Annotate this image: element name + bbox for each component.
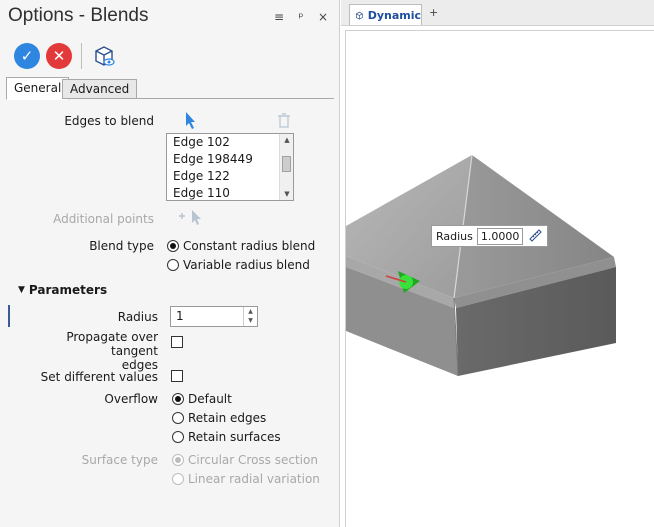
radio-label: Constant radius blend xyxy=(183,239,316,253)
surface-type-label: Surface type xyxy=(81,453,158,467)
model-render xyxy=(346,154,616,377)
radius-stepper[interactable]: ▲ ▼ xyxy=(243,307,257,326)
toolbar: ✓ ✕ xyxy=(14,43,117,69)
radio-button[interactable] xyxy=(172,431,184,443)
additional-points-label: Additional points xyxy=(53,212,154,226)
radius-value: 1 xyxy=(176,309,184,323)
scroll-up-icon[interactable]: ▲ xyxy=(280,136,294,144)
radius-input[interactable]: 1 ▲ ▼ xyxy=(170,306,258,327)
propagate-checkbox[interactable] xyxy=(171,336,183,348)
radio-label: Linear radial variation xyxy=(188,472,320,486)
radio-circular-cross-section[interactable]: Circular Cross section xyxy=(172,453,318,467)
radio-overflow-default[interactable]: Default xyxy=(172,392,232,406)
preview-cube-icon[interactable] xyxy=(91,43,117,69)
scroll-down-icon[interactable]: ▼ xyxy=(280,190,294,198)
radio-button[interactable] xyxy=(172,412,184,424)
propagate-label-line: Propagate over tangent xyxy=(66,330,158,358)
radio-overflow-retain-surfaces[interactable]: Retain surfaces xyxy=(172,430,281,444)
ok-button[interactable]: ✓ xyxy=(14,43,40,69)
active-row-marker xyxy=(8,305,10,327)
radius-label: Radius xyxy=(117,310,158,324)
set-different-values-checkbox[interactable] xyxy=(171,370,183,382)
radio-button[interactable] xyxy=(172,473,184,485)
tab-bar: General Advanced xyxy=(6,77,334,100)
radio-button[interactable] xyxy=(172,454,184,466)
menu-icon[interactable]: ≡ xyxy=(273,10,285,24)
stepper-up-icon[interactable]: ▲ xyxy=(244,307,257,316)
edges-list[interactable]: Edge 102 Edge 198449 Edge 122 Edge 110 ▲… xyxy=(166,133,294,201)
list-item[interactable]: Edge 122 xyxy=(167,168,293,185)
add-tab-button[interactable]: + xyxy=(429,6,438,19)
parameters-label: Parameters xyxy=(28,283,108,297)
stepper-down-icon[interactable]: ▼ xyxy=(244,316,257,325)
title-tools: ≡ ᵖ × xyxy=(273,10,329,24)
list-item[interactable]: Edge 102 xyxy=(167,134,293,151)
radio-button[interactable] xyxy=(167,240,179,252)
overflow-label: Overflow xyxy=(104,392,158,406)
radio-linear-radial-variation[interactable]: Linear radial variation xyxy=(172,472,320,486)
radio-overflow-retain-edges[interactable]: Retain edges xyxy=(172,411,266,425)
edges-to-blend-label: Edges to blend xyxy=(64,114,154,128)
tab-general[interactable]: General xyxy=(6,77,70,100)
close-icon[interactable]: × xyxy=(317,10,329,24)
3d-canvas[interactable]: Radius 1.0000 xyxy=(345,30,654,527)
pin-icon[interactable]: ᵖ xyxy=(295,10,307,24)
radio-label: Default xyxy=(188,392,232,406)
radius-tooltip-field[interactable]: Radius 1.0000 xyxy=(431,225,549,247)
cancel-button[interactable]: ✕ xyxy=(46,43,72,69)
list-item[interactable]: Edge 110 xyxy=(167,185,293,202)
list-item[interactable]: Edge 198449 xyxy=(167,151,293,168)
tab-dynamic[interactable]: Dynamic xyxy=(349,4,422,25)
collapse-caret-icon[interactable]: ▼ xyxy=(18,285,25,295)
radio-label: Variable radius blend xyxy=(183,258,310,272)
radio-button[interactable] xyxy=(167,259,179,271)
viewport: Dynamic + Radius 1.0000 xyxy=(341,0,654,527)
radio-label: Retain surfaces xyxy=(188,430,281,444)
toolbar-divider xyxy=(81,43,82,69)
add-point-icon[interactable] xyxy=(178,208,206,231)
radio-variable-radius[interactable]: Variable radius blend xyxy=(167,258,310,272)
radius-tip-value[interactable]: 1.0000 xyxy=(476,227,524,245)
radio-button[interactable] xyxy=(172,393,184,405)
radio-constant-radius[interactable]: Constant radius blend xyxy=(167,239,315,253)
parameters-section-header[interactable]: ▼ Parameters xyxy=(18,283,107,297)
radius-tip-label: Radius xyxy=(436,229,473,243)
set-different-values-label: Set different values xyxy=(40,370,158,384)
options-panel: Options - Blends ≡ ᵖ × ✓ ✕ General Advan… xyxy=(0,0,340,527)
radio-label: Circular Cross section xyxy=(188,453,318,467)
blend-type-label: Blend type xyxy=(89,239,154,253)
tab-dynamic-label: Dynamic xyxy=(367,8,421,22)
panel-title: Options - Blends xyxy=(8,5,149,26)
trash-icon[interactable] xyxy=(277,112,291,131)
propagate-label: Propagate over tangent edges xyxy=(20,330,158,372)
cube-icon xyxy=(356,11,363,20)
viewport-tab-bar: Dynamic + xyxy=(341,0,654,26)
edges-list-scrollbar[interactable]: ▲ ▼ xyxy=(279,134,293,200)
select-arrow-icon[interactable] xyxy=(184,111,198,134)
tab-advanced[interactable]: Advanced xyxy=(62,79,138,99)
scroll-thumb[interactable] xyxy=(282,156,291,172)
ruler-icon[interactable] xyxy=(527,227,543,246)
radio-label: Retain edges xyxy=(188,411,267,425)
